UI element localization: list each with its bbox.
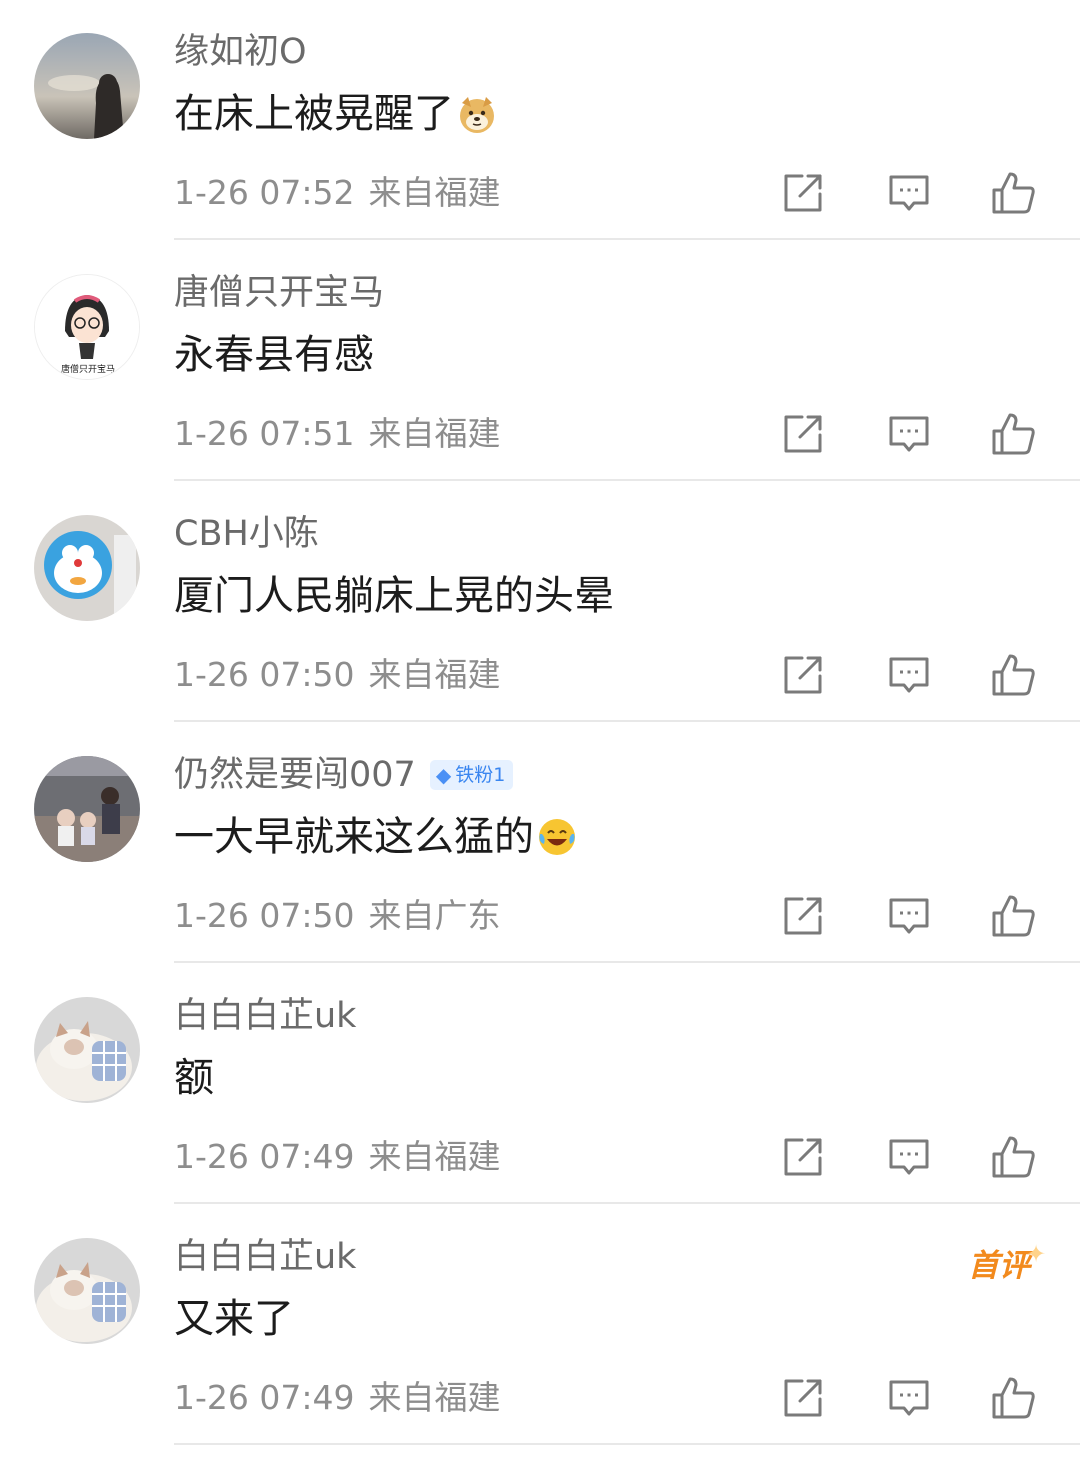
divider (174, 720, 1080, 722)
comment-icon[interactable] (886, 893, 932, 939)
doge-emoji (456, 93, 498, 135)
timestamp: 1-26 07:50 (174, 655, 355, 694)
comment-meta: 1-26 07:49 来自福建 (174, 1136, 501, 1178)
divider (174, 1443, 1080, 1445)
avatar[interactable] (34, 515, 140, 621)
avatar-caption: 唐僧只开宝马 (61, 363, 115, 375)
username-label[interactable]: 仍然是要闯007 (174, 753, 416, 797)
comment-item: 白白白芷uk 首评✦ 又来了 1-26 07:49 来自福建 (0, 1205, 1080, 1446)
timestamp: 1-26 07:49 (174, 1378, 355, 1417)
comment-text: 厦门人民躺床上晃的头晕 (174, 570, 614, 622)
comment-text: 一大早就来这么猛的 (174, 811, 578, 863)
username[interactable]: 白白白芷uk (174, 994, 356, 1038)
comment-text: 又来了 (174, 1293, 294, 1345)
comment-text-content: 又来了 (174, 1296, 294, 1342)
comment-meta: 1-26 07:49 来自福建 (174, 1377, 501, 1419)
location: 来自福建 (368, 1137, 501, 1176)
comment-meta: 1-26 07:52 来自福建 (174, 172, 501, 214)
comment-icon[interactable] (886, 1134, 932, 1180)
comment-text: 额 (174, 1052, 214, 1104)
avatar[interactable] (34, 33, 140, 139)
timestamp: 1-26 07:50 (174, 896, 355, 935)
first-comment-tag: 首评✦ (968, 1240, 1046, 1285)
avatar[interactable] (34, 756, 140, 862)
comment-item: 缘如初O 在床上被晃醒了 1-26 07:52 来自福建 (0, 0, 1080, 241)
comment-icon[interactable] (886, 1375, 932, 1421)
comment-icon[interactable] (886, 411, 932, 457)
username[interactable]: CBH小陈 (174, 512, 319, 556)
comment-meta: 1-26 07:50 来自广东 (174, 895, 501, 937)
comment-meta: 1-26 07:51 来自福建 (174, 413, 501, 455)
share-icon[interactable] (780, 411, 826, 457)
avatar[interactable] (34, 1238, 140, 1344)
divider (174, 479, 1080, 481)
comment-text-content: 额 (174, 1055, 214, 1101)
comment-text-content: 在床上被晃醒了 (174, 91, 454, 137)
location: 来自福建 (368, 414, 501, 453)
username[interactable]: 缘如初O (174, 30, 307, 74)
timestamp: 1-26 07:49 (174, 1137, 355, 1176)
comment-text: 在床上被晃醒了 (174, 88, 498, 140)
comment-item: CBH小陈 厦门人民躺床上晃的头晕 1-26 07:50 来自福建 (0, 482, 1080, 723)
comment-item: 唐僧只开宝马 唐僧只开宝马 永春县有感 1-26 07:51 来自福建 (0, 241, 1080, 482)
like-icon[interactable] (990, 170, 1036, 216)
comment-text-content: 一大早就来这么猛的 (174, 814, 534, 860)
comment-item: 白白白芷uk 额 1-26 07:49 来自福建 (0, 964, 1080, 1205)
comment-meta: 1-26 07:50 来自福建 (174, 654, 501, 696)
location: 来自广东 (368, 896, 501, 935)
divider (174, 961, 1080, 963)
share-icon[interactable] (780, 170, 826, 216)
share-icon[interactable] (780, 652, 826, 698)
location: 来自福建 (368, 655, 501, 694)
share-icon[interactable] (780, 893, 826, 939)
like-icon[interactable] (990, 652, 1036, 698)
comment-text-content: 永春县有感 (174, 332, 374, 378)
comment-text: 永春县有感 (174, 329, 374, 381)
like-icon[interactable] (990, 893, 1036, 939)
share-icon[interactable] (780, 1375, 826, 1421)
timestamp: 1-26 07:52 (174, 173, 355, 212)
first-comment-label: 首评 (968, 1248, 1030, 1284)
location: 来自福建 (368, 1378, 501, 1417)
timestamp: 1-26 07:51 (174, 414, 355, 453)
username[interactable]: 唐僧只开宝马 (174, 271, 384, 315)
like-icon[interactable] (990, 1134, 1036, 1180)
username[interactable]: 白白白芷uk (174, 1235, 356, 1279)
comment-item: 仍然是要闯007 ◆ 铁粉1 一大早就来这么猛的 1-26 07:50 来自广东 (0, 723, 1080, 964)
like-icon[interactable] (990, 411, 1036, 457)
avatar[interactable]: 唐僧只开宝马 (34, 274, 140, 380)
comment-icon[interactable] (886, 652, 932, 698)
comment-text-content: 厦门人民躺床上晃的头晕 (174, 573, 614, 619)
sparkle-icon: ✦ (1026, 1240, 1047, 1268)
comment-icon[interactable] (886, 170, 932, 216)
divider (174, 238, 1080, 240)
fan-badge[interactable]: ◆ 铁粉1 (429, 760, 514, 790)
avatar[interactable] (34, 997, 140, 1103)
divider (174, 1202, 1080, 1204)
badge-label: 铁粉1 (455, 764, 506, 786)
diamond-icon: ◆ (435, 763, 452, 787)
username: 仍然是要闯007 ◆ 铁粉1 (174, 753, 514, 797)
laugh-cry-emoji (536, 816, 578, 858)
like-icon[interactable] (990, 1375, 1036, 1421)
location: 来自福建 (368, 173, 501, 212)
share-icon[interactable] (780, 1134, 826, 1180)
